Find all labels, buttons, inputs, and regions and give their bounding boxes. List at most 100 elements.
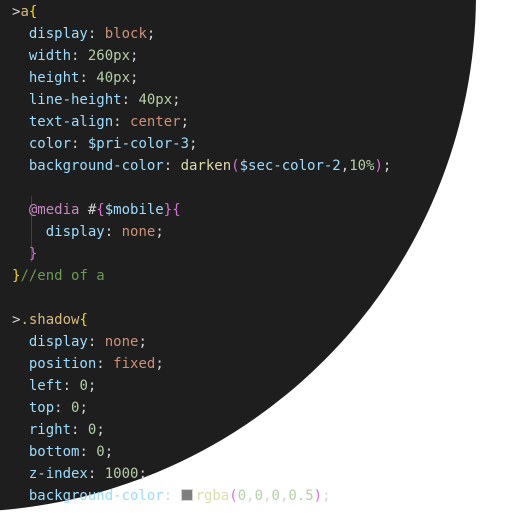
code-token: 0.5 <box>288 488 314 504</box>
code-token: 40px <box>96 70 131 86</box>
code-token: ; <box>155 224 164 240</box>
code-token: 0 <box>237 488 247 504</box>
code-token: right <box>28 422 72 438</box>
code-token: fixed <box>113 356 156 372</box>
code-token: ( <box>229 488 238 504</box>
code-token: : <box>163 488 181 504</box>
code-token: } <box>163 202 173 218</box>
code-token: top <box>28 400 55 416</box>
code-token: width <box>28 48 72 64</box>
code-token: ; <box>104 444 114 460</box>
code-token: block <box>104 26 147 42</box>
code-token: ; <box>382 158 392 174</box>
code-line: } <box>12 243 37 265</box>
screenshot-stage: >a{ display: block; width: 260px; height… <box>0 0 530 513</box>
code-token: : <box>113 114 131 130</box>
code-line: height: 40px; <box>12 67 139 89</box>
code-token: : <box>71 136 88 152</box>
code-line: left: 0; <box>12 375 96 397</box>
code-token: 0 <box>271 488 280 504</box>
code-token: ; <box>180 114 190 130</box>
code-token: line-height <box>28 92 122 108</box>
code-line: background-color: rgba(0,0,0,0.5); <box>12 485 331 507</box>
code-token: 40px <box>138 92 173 108</box>
code-token: $pri-color-3 <box>87 136 190 152</box>
code-line: width: 260px; <box>12 45 139 67</box>
code-token: 260px <box>87 48 131 64</box>
code-line: right: 0; <box>12 419 105 441</box>
code-token: none <box>104 334 139 350</box>
code-line: bottom: 0; <box>12 441 113 463</box>
code-token: : <box>96 356 114 372</box>
code-token: ; <box>172 92 181 108</box>
code-token: : <box>71 48 88 64</box>
code-token: : <box>87 334 105 350</box>
code-token: , <box>340 158 350 174</box>
color-swatch-icon[interactable] <box>180 489 193 501</box>
code-token: z-index <box>28 466 88 482</box>
code-token: ; <box>130 48 139 64</box>
code-token: ) <box>313 488 323 504</box>
code-token: ; <box>130 70 139 86</box>
code-token: display <box>28 26 88 42</box>
code-token: a <box>20 4 29 20</box>
code-token: background-color <box>28 158 164 174</box>
code-line: }//end of a <box>12 265 105 287</box>
code-token: } <box>28 246 38 262</box>
code-line: top: 0; <box>12 397 88 419</box>
code-token: display <box>28 334 88 350</box>
code-line: text-align: center; <box>12 111 189 133</box>
code-token: # <box>79 202 97 218</box>
code-token: : <box>79 444 97 460</box>
code-token: { <box>28 4 38 20</box>
code-token: darken <box>180 158 232 174</box>
code-token: : <box>62 378 80 394</box>
code-token: 10% <box>349 158 375 174</box>
code-line: @media #{$mobile}{ <box>12 199 181 221</box>
code-token: display <box>45 224 105 240</box>
code-line: color: $pri-color-3; <box>12 133 198 155</box>
code-token: ; <box>87 378 97 394</box>
code-line: display: none; <box>12 221 164 243</box>
code-token: 0 <box>79 378 88 394</box>
code-token: //end of a <box>20 268 105 284</box>
code-line: line-height: 40px; <box>12 89 181 111</box>
code-token: : <box>104 224 122 240</box>
code-token: .shadow <box>20 312 80 328</box>
code-line: >a{ <box>12 1 37 23</box>
code-token: { <box>96 202 105 218</box>
code-token: position <box>28 356 97 372</box>
code-token: { <box>172 202 181 218</box>
code-token: ; <box>138 466 147 482</box>
code-line: position: fixed; <box>12 353 164 375</box>
code-editor[interactable]: >a{ display: block; width: 260px; height… <box>0 0 530 513</box>
code-token: ( <box>231 158 240 174</box>
code-token: ; <box>322 488 331 504</box>
code-token: none <box>121 224 156 240</box>
code-token: : <box>79 70 97 86</box>
code-token: ; <box>155 356 164 372</box>
code-token: { <box>79 312 88 328</box>
code-token: : <box>54 400 72 416</box>
code-token: : <box>71 422 88 438</box>
code-line: display: none; <box>12 331 147 353</box>
code-token: ; <box>146 26 156 42</box>
code-token: 0 <box>254 488 264 504</box>
code-token: @media <box>28 202 80 218</box>
code-line: z-index: 1000; <box>12 463 147 485</box>
